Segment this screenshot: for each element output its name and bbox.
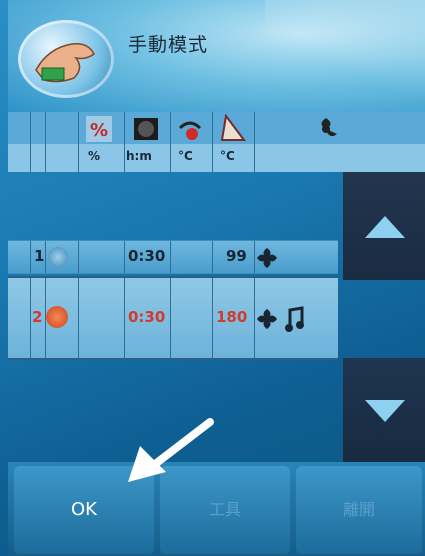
row-index: 2 bbox=[32, 308, 43, 326]
fan-icon bbox=[321, 118, 337, 137]
status-dot-icon bbox=[46, 306, 68, 328]
hand-logo-icon bbox=[18, 20, 114, 98]
row-temp: 180 bbox=[216, 308, 248, 326]
thermometer-icon bbox=[178, 121, 202, 140]
probe-icon bbox=[220, 114, 246, 141]
leave-button[interactable]: 離開 bbox=[296, 466, 422, 554]
fan-icon bbox=[257, 309, 277, 329]
status-dot-icon bbox=[48, 247, 68, 267]
unit-time: h:m bbox=[126, 149, 152, 163]
svg-text:%: % bbox=[90, 120, 108, 141]
row-time: 0:30 bbox=[128, 308, 166, 326]
unit-temp-1: °C bbox=[178, 149, 193, 163]
scroll-up-button[interactable] bbox=[343, 172, 425, 280]
header-bar: 手動模式 bbox=[8, 0, 425, 112]
row-time: 0:30 bbox=[128, 247, 166, 265]
screen: 手動模式 % % h:m °C °C 1 0:30 99 2 0:30 180 … bbox=[0, 0, 425, 556]
pointer-arrow-icon bbox=[128, 418, 214, 482]
fan-icon bbox=[257, 248, 277, 268]
scroll-down-button[interactable] bbox=[343, 358, 425, 462]
row-temp: 99 bbox=[226, 247, 247, 265]
unit-temp-2: °C bbox=[220, 149, 235, 163]
percent-icon: % bbox=[86, 116, 112, 142]
list-item-selected[interactable]: 2 0:30 180 bbox=[8, 276, 338, 360]
timer-icon bbox=[134, 118, 158, 140]
row-index: 1 bbox=[34, 247, 45, 265]
unit-percent: % bbox=[88, 149, 101, 163]
triangle-up-icon bbox=[365, 216, 405, 238]
column-header: % % h:m °C °C bbox=[8, 112, 425, 172]
triangle-down-icon bbox=[365, 400, 405, 422]
page-title: 手動模式 bbox=[128, 34, 209, 56]
list-item[interactable]: 1 0:30 99 bbox=[8, 240, 338, 274]
music-note-icon bbox=[285, 306, 304, 332]
